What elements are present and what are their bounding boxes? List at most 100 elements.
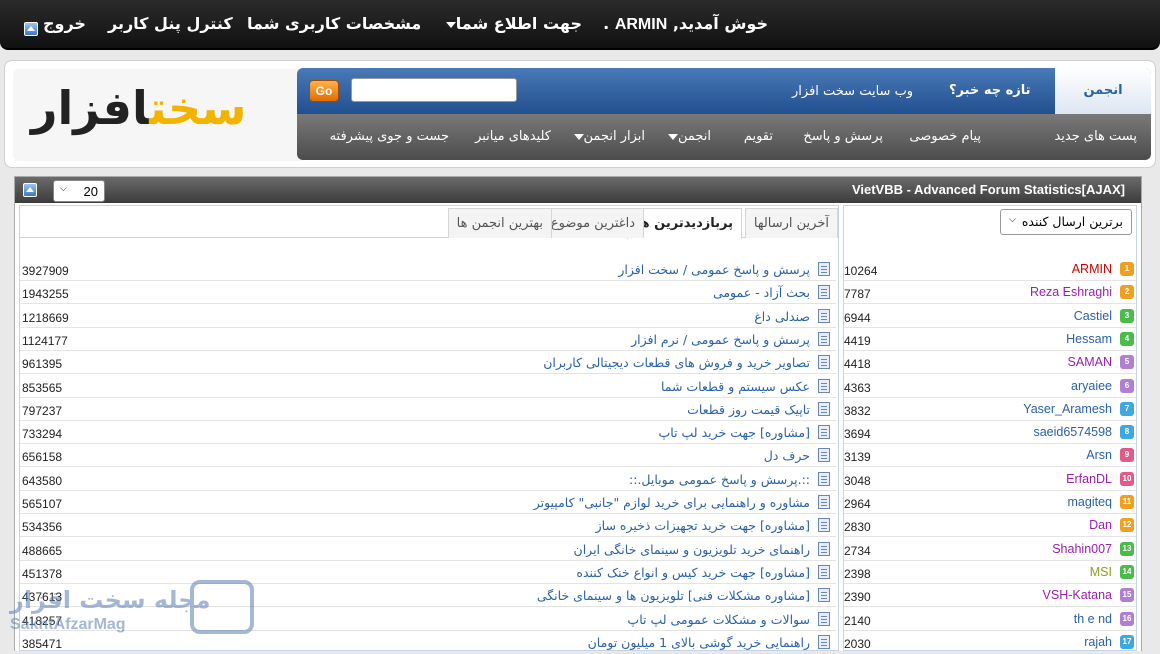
tab-latest-posts[interactable]: آخرین ارسالها bbox=[744, 208, 838, 238]
poster-name-link[interactable]: aryaiee bbox=[1071, 379, 1112, 393]
thread-title-link[interactable]: ::.پرسش و پاسخ عمومی موبایل.:: bbox=[629, 472, 810, 487]
thread-row: ::.پرسش و پاسخ عمومی موبایل.:: 643580 bbox=[20, 468, 836, 491]
rank-badge-icon: 6 bbox=[1120, 378, 1134, 393]
poster-name-link[interactable]: Hessam bbox=[1066, 332, 1112, 346]
rank-badge-icon: 9 bbox=[1120, 448, 1134, 463]
poster-name-link[interactable]: Dan bbox=[1089, 518, 1112, 532]
collapse-icon[interactable] bbox=[24, 22, 38, 36]
poster-name-link[interactable]: Yaser_Aramesh bbox=[1023, 402, 1112, 416]
document-icon bbox=[818, 611, 830, 626]
site-logo[interactable]: سختافزار bbox=[13, 69, 305, 161]
circuit-icon bbox=[190, 580, 254, 634]
thread-title-link[interactable]: تاپیک قیمت روز قطعات bbox=[687, 402, 810, 417]
thread-title-link[interactable]: عکس سیستم و قطعات شما bbox=[661, 379, 810, 394]
search-input[interactable] bbox=[351, 78, 517, 102]
nav-calendar[interactable]: تقویم bbox=[744, 129, 773, 144]
primary-nav-bar: Go وب سایت سخت افزار تازه چه خبر؟ انجمن bbox=[297, 68, 1151, 114]
notifications-menu[interactable]: جهت اطلاع شما bbox=[443, 14, 582, 33]
rank-badge-icon: 17 bbox=[1120, 634, 1134, 649]
collapse-icon[interactable] bbox=[23, 183, 37, 197]
poster-row: 14 MSI 2398 bbox=[844, 561, 1136, 584]
thread-view-count: 797237 bbox=[22, 403, 63, 418]
document-icon bbox=[818, 564, 830, 579]
poster-name-link[interactable]: rajah bbox=[1084, 635, 1112, 649]
poster-type-select[interactable]: برترین ارسال کننده ⌵ bbox=[1000, 209, 1132, 235]
stats-tabs: آخرین ارسالها پربازدیدترین ها داغترین مو… bbox=[20, 206, 838, 239]
document-icon bbox=[818, 471, 830, 486]
thread-title-link[interactable]: صندلی داغ bbox=[754, 309, 810, 324]
thread-title-link[interactable]: راهنمای خرید تلویزیون و سینمای خانگی ایر… bbox=[574, 542, 810, 557]
thread-title-link[interactable]: مشاوره و راهنمایی برای خرید لوازم "جانبی… bbox=[534, 495, 810, 510]
thread-row: مشاوره و راهنمایی برای خرید لوازم "جانبی… bbox=[20, 491, 836, 514]
poster-name-link[interactable]: saeid6574598 bbox=[1033, 425, 1112, 439]
thread-title-link[interactable]: حرف دل bbox=[764, 448, 810, 463]
tab-most-viewed[interactable]: پربازدیدترین ها bbox=[626, 208, 742, 239]
poster-name-link[interactable]: Reza Eshraghi bbox=[1030, 285, 1112, 299]
profile-link[interactable]: مشخصات کاربری شما bbox=[247, 14, 421, 33]
search-go-button[interactable]: Go bbox=[309, 80, 339, 102]
rank-badge-icon: 7 bbox=[1120, 401, 1134, 416]
result-limit-select[interactable]: 20 ⌵ bbox=[53, 180, 105, 202]
thread-title-link[interactable]: [مشاوره] جهت خرید لپ تاپ bbox=[659, 425, 811, 440]
poster-row: 4 Hessam 4419 bbox=[844, 328, 1136, 351]
stats-title: VietVBB - Advanced Forum Statistics[AJAX… bbox=[851, 182, 1125, 197]
chevron-down-icon bbox=[573, 133, 584, 140]
tab-top-forums[interactable]: بهترین انجمن ها bbox=[447, 208, 552, 238]
rank-badge-icon: 1 bbox=[1120, 262, 1134, 276]
thread-row: پرسش و پاسخ عمومی / نرم افزار 1124177 bbox=[20, 328, 836, 351]
thread-row: تاپیک قیمت روز قطعات 797237 bbox=[20, 398, 836, 421]
thread-title-link[interactable]: [مشاوره] جهت خرید کیس و انواع خنک کننده bbox=[576, 565, 810, 580]
thread-view-count: 534356 bbox=[22, 520, 63, 535]
thread-title-link[interactable]: تصاویر خرید و فروش های قطعات دیجیتالی کا… bbox=[543, 355, 810, 370]
poster-post-count: 3048 bbox=[844, 473, 871, 488]
poster-name-link[interactable]: SAMAN bbox=[1068, 355, 1112, 369]
poster-row: 2 Reza Eshraghi 7787 bbox=[844, 281, 1136, 305]
document-icon bbox=[818, 331, 830, 346]
nav-faq[interactable]: پرسش و پاسخ bbox=[803, 129, 883, 144]
rank-badge-icon: 11 bbox=[1120, 495, 1134, 509]
thread-title-link[interactable]: بحث آزاد - عمومی bbox=[713, 285, 810, 300]
nav-forum-tools[interactable]: ابزار انجمن bbox=[571, 129, 645, 144]
nav-private-messages[interactable]: پیام خصوصی bbox=[909, 129, 981, 144]
poster-name-link[interactable]: MSI bbox=[1090, 565, 1112, 579]
document-icon bbox=[818, 401, 830, 416]
forum-tab[interactable]: انجمن bbox=[1055, 68, 1151, 114]
thread-title-link[interactable]: سوالات و مشکلات عمومی لپ تاپ bbox=[627, 612, 810, 627]
nav-forum-menu[interactable]: انجمن bbox=[665, 129, 711, 144]
thread-title-link[interactable]: [مشاوره] جهت خرید تجهیزات ذخیره ساز bbox=[596, 518, 810, 533]
thread-row: عکس سیستم و قطعات شما 853565 bbox=[20, 375, 836, 398]
top-bar: خوش آمدید, ARMIN . جهت اطلاع شما مشخصات … bbox=[0, 0, 1160, 50]
thread-title-link[interactable]: [مشاوره مشکلات فنی] تلویزیون ها و سینمای… bbox=[537, 588, 810, 603]
poster-post-count: 3694 bbox=[844, 427, 871, 442]
poster-name-link[interactable]: VSH-Katana bbox=[1043, 588, 1112, 602]
poster-name-link[interactable]: Shahin007 bbox=[1052, 542, 1112, 556]
poster-name-link[interactable]: ErfanDL bbox=[1066, 472, 1112, 486]
poster-post-count: 3832 bbox=[844, 403, 871, 418]
user-cp-link[interactable]: کنترل پنل کاربر bbox=[108, 14, 233, 33]
thread-row: راهنمای خرید تلویزیون و سینمای خانگی ایر… bbox=[20, 538, 836, 561]
nav-quick-links[interactable]: کلیدهای میانبر bbox=[475, 129, 551, 144]
thread-title-link[interactable]: راهنمایی خرید گوشی بالای 1 میلیون تومان bbox=[588, 635, 810, 650]
poster-post-count: 2830 bbox=[844, 520, 871, 535]
thread-row: [مشاوره] جهت خرید تجهیزات ذخیره ساز 53435… bbox=[20, 514, 836, 538]
whats-new-tab[interactable]: تازه چه خبر؟ bbox=[949, 83, 1031, 98]
website-link[interactable]: وب سایت سخت افزار bbox=[792, 84, 913, 99]
tab-hottest-threads[interactable]: داغترین موضوع bbox=[541, 208, 644, 238]
nav-new-posts[interactable]: پست های جدید bbox=[1054, 129, 1137, 144]
logout-link[interactable]: خروج bbox=[43, 14, 86, 33]
poster-name-link[interactable]: Arsn bbox=[1086, 448, 1112, 462]
poster-name-link[interactable]: magiteq bbox=[1068, 495, 1112, 509]
poster-row: 1 ARMIN 10264 bbox=[844, 258, 1136, 281]
limit-value: 20 bbox=[83, 184, 98, 199]
document-icon bbox=[818, 308, 830, 323]
poster-name-link[interactable]: th e nd bbox=[1074, 612, 1112, 626]
username-link[interactable]: ARMIN bbox=[615, 16, 667, 33]
welcome-text: خوش آمدید, ARMIN . bbox=[603, 14, 768, 33]
thread-title-link[interactable]: پرسش و پاسخ عمومی / سخت افزار bbox=[618, 262, 810, 277]
thread-title-link[interactable]: پرسش و پاسخ عمومی / نرم افزار bbox=[631, 332, 810, 347]
document-icon bbox=[818, 285, 830, 300]
poster-name-link[interactable]: ARMIN bbox=[1072, 262, 1112, 276]
watermark: مجله سخت افزار SakhtAfzarMag bbox=[10, 580, 254, 640]
nav-advanced-search[interactable]: جست و جوی پیشرفته bbox=[330, 129, 449, 144]
poster-name-link[interactable]: Castiel bbox=[1074, 309, 1112, 323]
